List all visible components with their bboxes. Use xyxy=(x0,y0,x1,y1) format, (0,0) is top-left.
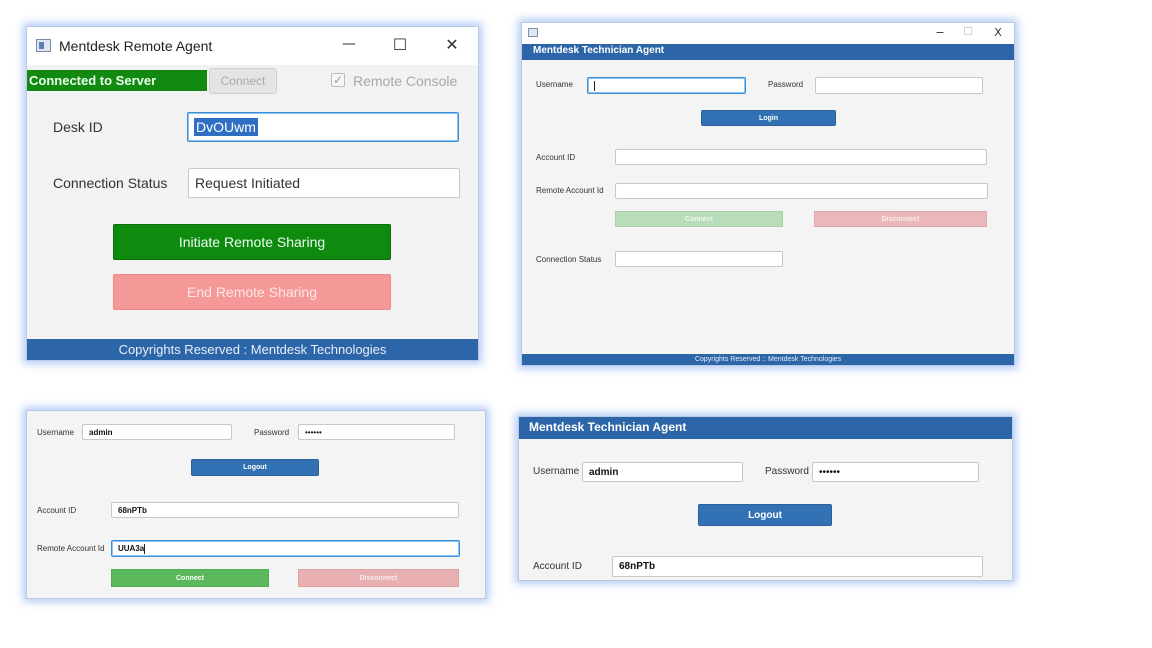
username-field[interactable]: admin xyxy=(82,424,232,440)
login-button[interactable]: Login xyxy=(701,110,836,126)
app-icon xyxy=(528,28,538,37)
logout-button[interactable]: Logout xyxy=(698,504,832,526)
initiate-remote-sharing-button[interactable]: Initiate Remote Sharing xyxy=(113,224,391,260)
account-id-field[interactable]: 68nPTb xyxy=(111,502,459,518)
disconnect-button[interactable]: Disconnect xyxy=(298,569,459,587)
header-bar: Mentdesk Technician Agent xyxy=(519,417,1012,439)
text-cursor xyxy=(594,80,595,91)
desk-id-value: DvOUwm xyxy=(194,118,258,136)
remote-agent-window: Mentdesk Remote Agent — ☐ ✕ Connected to… xyxy=(26,26,479,361)
password-value: •••••• xyxy=(819,466,841,478)
connect-button[interactable]: Connect xyxy=(111,569,269,587)
desk-id-field[interactable]: DvOUwm xyxy=(187,112,459,142)
disconnect-button[interactable]: Disconnect xyxy=(814,211,987,227)
connection-status-field[interactable] xyxy=(615,251,783,267)
username-value: admin xyxy=(589,466,619,478)
maximize-icon[interactable]: ☐ xyxy=(388,35,412,54)
title-bar: − ☐ X xyxy=(522,23,1014,44)
zoomed-technician-panel: Mentdesk Technician Agent Username admin… xyxy=(518,416,1013,581)
title-bar: Mentdesk Remote Agent — ☐ ✕ xyxy=(27,27,478,65)
remote-account-id-field[interactable]: UUA3a xyxy=(111,540,460,557)
remote-account-id-field[interactable] xyxy=(615,183,988,199)
header-title: Mentdesk Technician Agent xyxy=(529,420,687,434)
account-id-label: Account ID xyxy=(536,153,576,162)
remote-account-id-value: UUA3a xyxy=(118,544,145,553)
username-label: Username xyxy=(37,428,74,437)
technician-login-window: − ☐ X Mentdesk Technician Agent Username… xyxy=(521,22,1015,366)
password-field[interactable] xyxy=(815,77,983,94)
header-title: Mentdesk Technician Agent xyxy=(533,45,665,56)
window-title: Mentdesk Remote Agent xyxy=(59,38,213,54)
account-id-value: 68nPTb xyxy=(619,561,656,572)
password-label: Password xyxy=(765,466,809,477)
connection-status-label: Connection Status xyxy=(536,255,602,264)
desk-id-label: Desk ID xyxy=(53,119,103,135)
password-value: •••••• xyxy=(305,427,322,437)
account-id-field[interactable] xyxy=(615,149,987,165)
minimize-icon[interactable]: — xyxy=(337,36,361,52)
close-icon[interactable]: ✕ xyxy=(440,35,464,54)
password-field[interactable]: •••••• xyxy=(298,424,455,440)
remote-console-checkbox[interactable]: ✓ xyxy=(331,73,345,87)
connection-status-value: Request Initiated xyxy=(195,175,301,191)
connect-button[interactable]: Connect xyxy=(615,211,783,227)
app-icon xyxy=(36,39,51,52)
remote-account-id-label: Remote Account Id xyxy=(37,544,105,553)
text-cursor xyxy=(144,543,146,554)
maximize-icon[interactable]: ☐ xyxy=(958,25,978,38)
minimize-icon[interactable]: − xyxy=(930,26,950,39)
end-remote-sharing-button[interactable]: End Remote Sharing xyxy=(113,274,391,310)
username-label: Username xyxy=(536,80,573,89)
account-id-label: Account ID xyxy=(37,506,77,515)
username-value: admin xyxy=(89,427,113,437)
connection-status-label: Connection Status xyxy=(53,175,168,191)
remote-console-label: Remote Console xyxy=(353,73,458,89)
logout-button[interactable]: Logout xyxy=(191,459,319,476)
remote-account-id-label: Remote Account Id xyxy=(536,186,604,195)
server-status-badge: Connected to Server xyxy=(27,70,207,91)
username-field[interactable]: admin xyxy=(582,462,743,482)
account-id-label: Account ID xyxy=(533,561,582,572)
connection-status-field[interactable]: Request Initiated xyxy=(188,168,460,198)
password-label: Password xyxy=(254,428,290,437)
username-label: Username xyxy=(533,466,580,477)
header-bar: Mentdesk Technician Agent xyxy=(522,44,1014,60)
server-status-label: Connected to Server xyxy=(29,73,157,88)
close-icon[interactable]: X xyxy=(988,26,1008,39)
password-field[interactable]: •••••• xyxy=(812,462,979,482)
footer: Copyrights Reserved : Mentdesk Technolog… xyxy=(27,339,478,360)
footer: Copyrights Reserved :: Mentdesk Technolo… xyxy=(522,354,1014,365)
account-id-field[interactable]: 68nPTb xyxy=(612,556,983,577)
password-label: Password xyxy=(768,80,804,89)
username-field[interactable] xyxy=(587,77,746,94)
account-id-value: 68nPTb xyxy=(118,505,147,515)
logged-in-panel: Username admin Password •••••• Logout Ac… xyxy=(26,410,486,599)
connect-button[interactable]: Connect xyxy=(209,68,277,94)
